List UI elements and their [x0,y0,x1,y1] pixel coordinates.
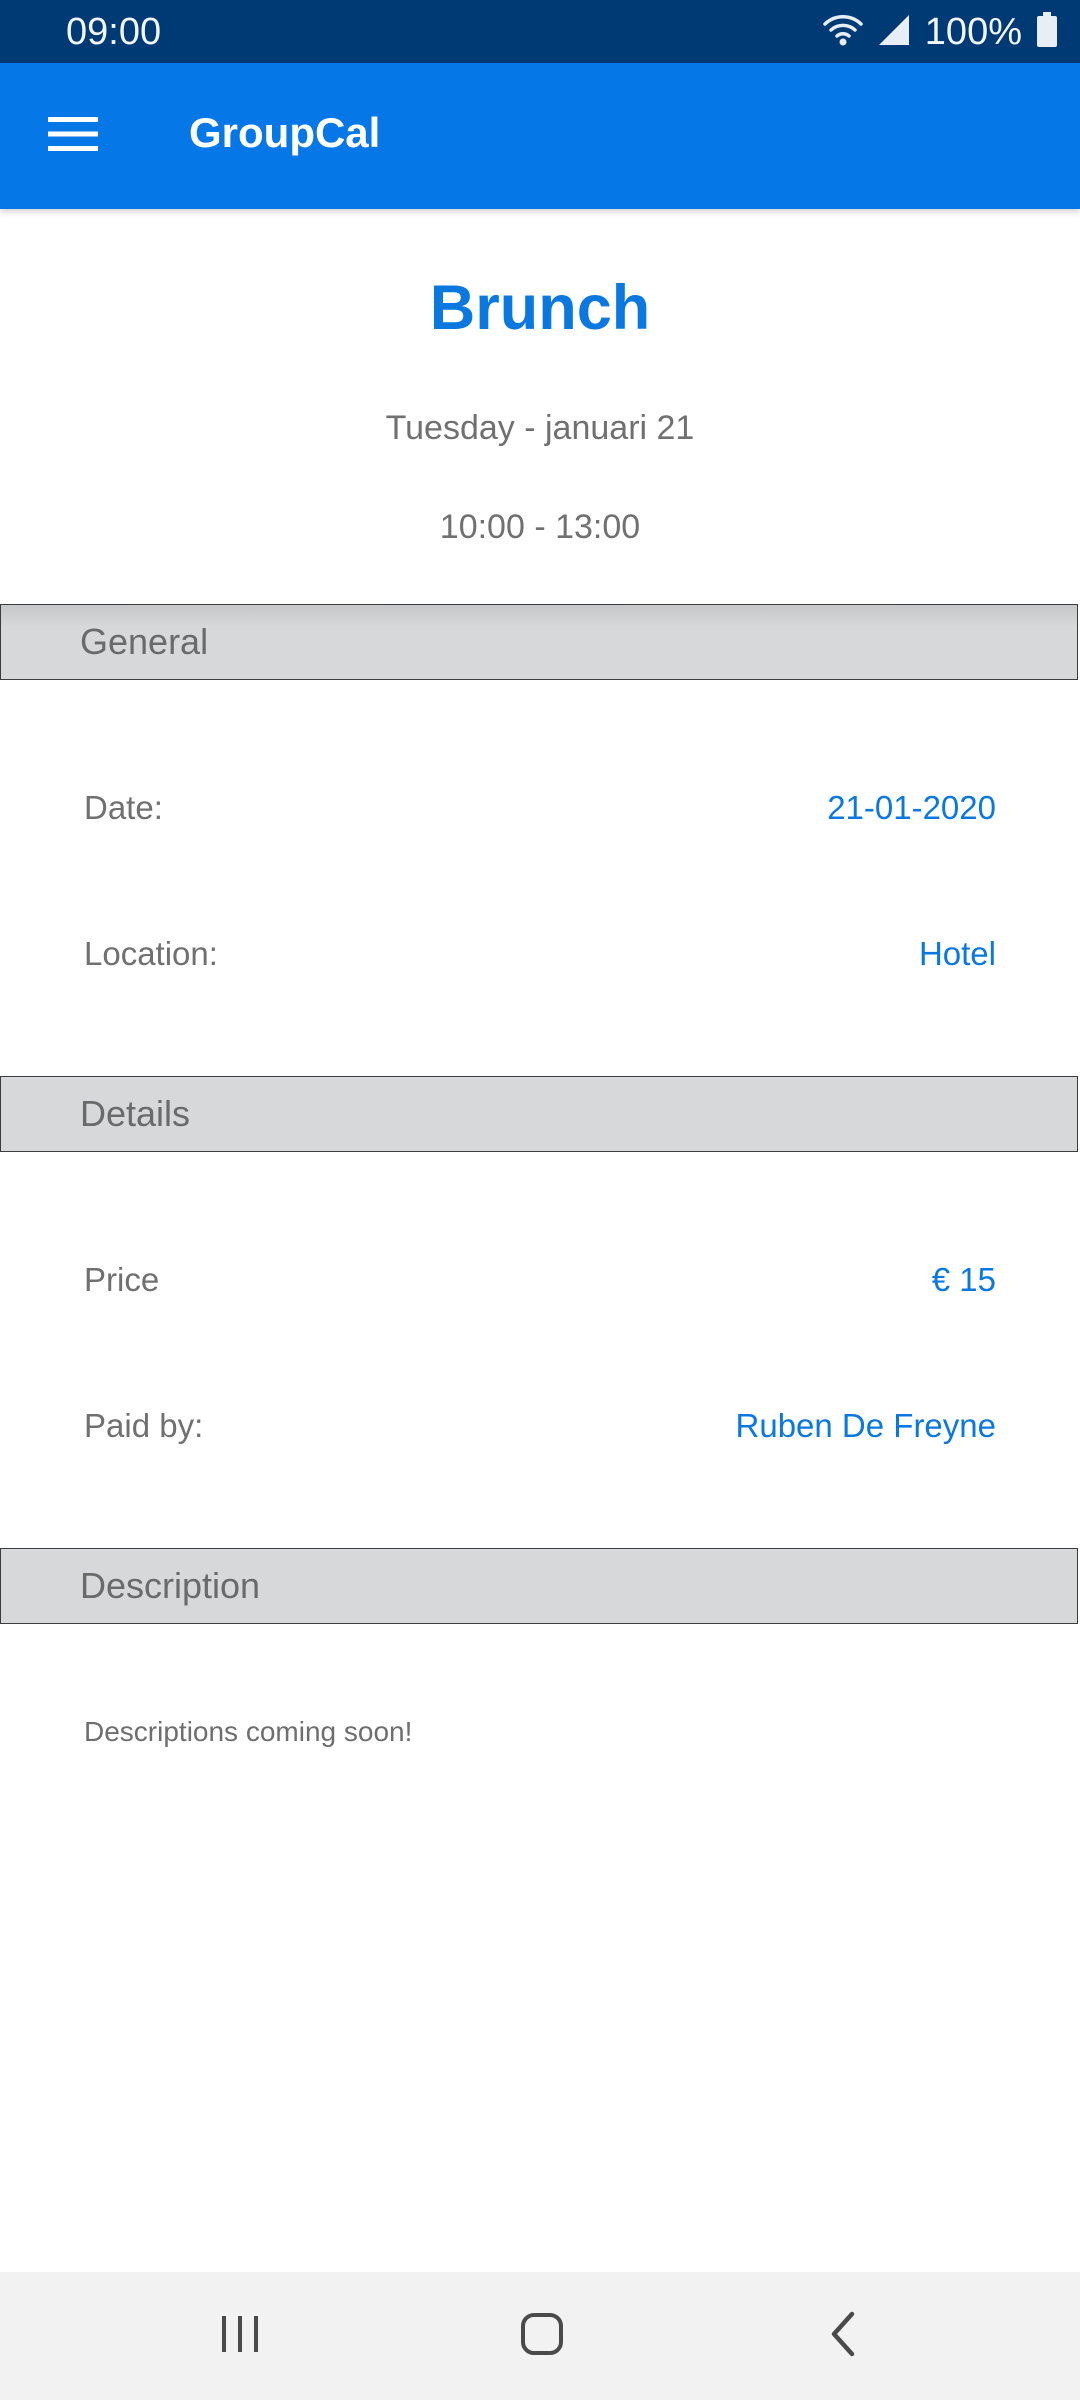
price-row: Price € 15 [84,1252,996,1308]
section-header-general: General [0,604,1078,680]
price-value[interactable]: € 15 [932,1252,996,1308]
app-bar: GroupCal [0,63,1080,209]
home-button[interactable] [492,2296,592,2376]
section-label: Details [80,1093,191,1134]
status-bar: 09:00 100% [0,0,1080,63]
paid-by-label: Paid by: [84,1407,204,1444]
event-detail-screen: 09:00 100% GroupCal Brunch Tuesday - jan… [0,0,1080,2400]
recent-apps-button[interactable] [190,2296,290,2376]
event-title: Brunch [429,273,651,343]
battery-percentage: 100% [924,11,1022,53]
signal-icon [877,13,911,52]
paid-by-row: Paid by: Ruben De Freyne [84,1398,996,1454]
description-text: Descriptions coming soon! [84,1716,413,1747]
section-label: General [80,621,209,662]
app-title: GroupCal [189,109,381,156]
wifi-icon [823,12,863,53]
menu-button[interactable] [28,97,118,175]
paid-by-value[interactable]: Ruben De Freyne [736,1398,996,1454]
status-icons: 100% [823,8,1058,56]
back-button[interactable] [794,2296,894,2376]
hamburger-menu-icon [48,116,98,157]
date-value[interactable]: 21-01-2020 [827,780,996,836]
status-time: 09:00 [66,11,162,53]
battery-icon [1036,11,1058,53]
date-row: Date: 21-01-2020 [84,780,996,836]
event-date: Tuesday - januari 21 [385,409,695,447]
section-label: Description [80,1565,261,1606]
section-header-details: Details [0,1076,1078,1152]
event-time: 10:00 - 13:00 [439,508,641,546]
location-row: Location: Hotel [84,926,996,982]
date-label: Date: [84,789,163,826]
back-icon [822,2310,866,2363]
recent-apps-icon [218,2312,262,2361]
system-navigation-bar [0,2272,1080,2400]
section-header-description: Description [0,1548,1078,1624]
location-label: Location: [84,935,218,972]
home-icon [518,2310,566,2363]
location-value[interactable]: Hotel [919,926,996,982]
price-label: Price [84,1261,160,1298]
